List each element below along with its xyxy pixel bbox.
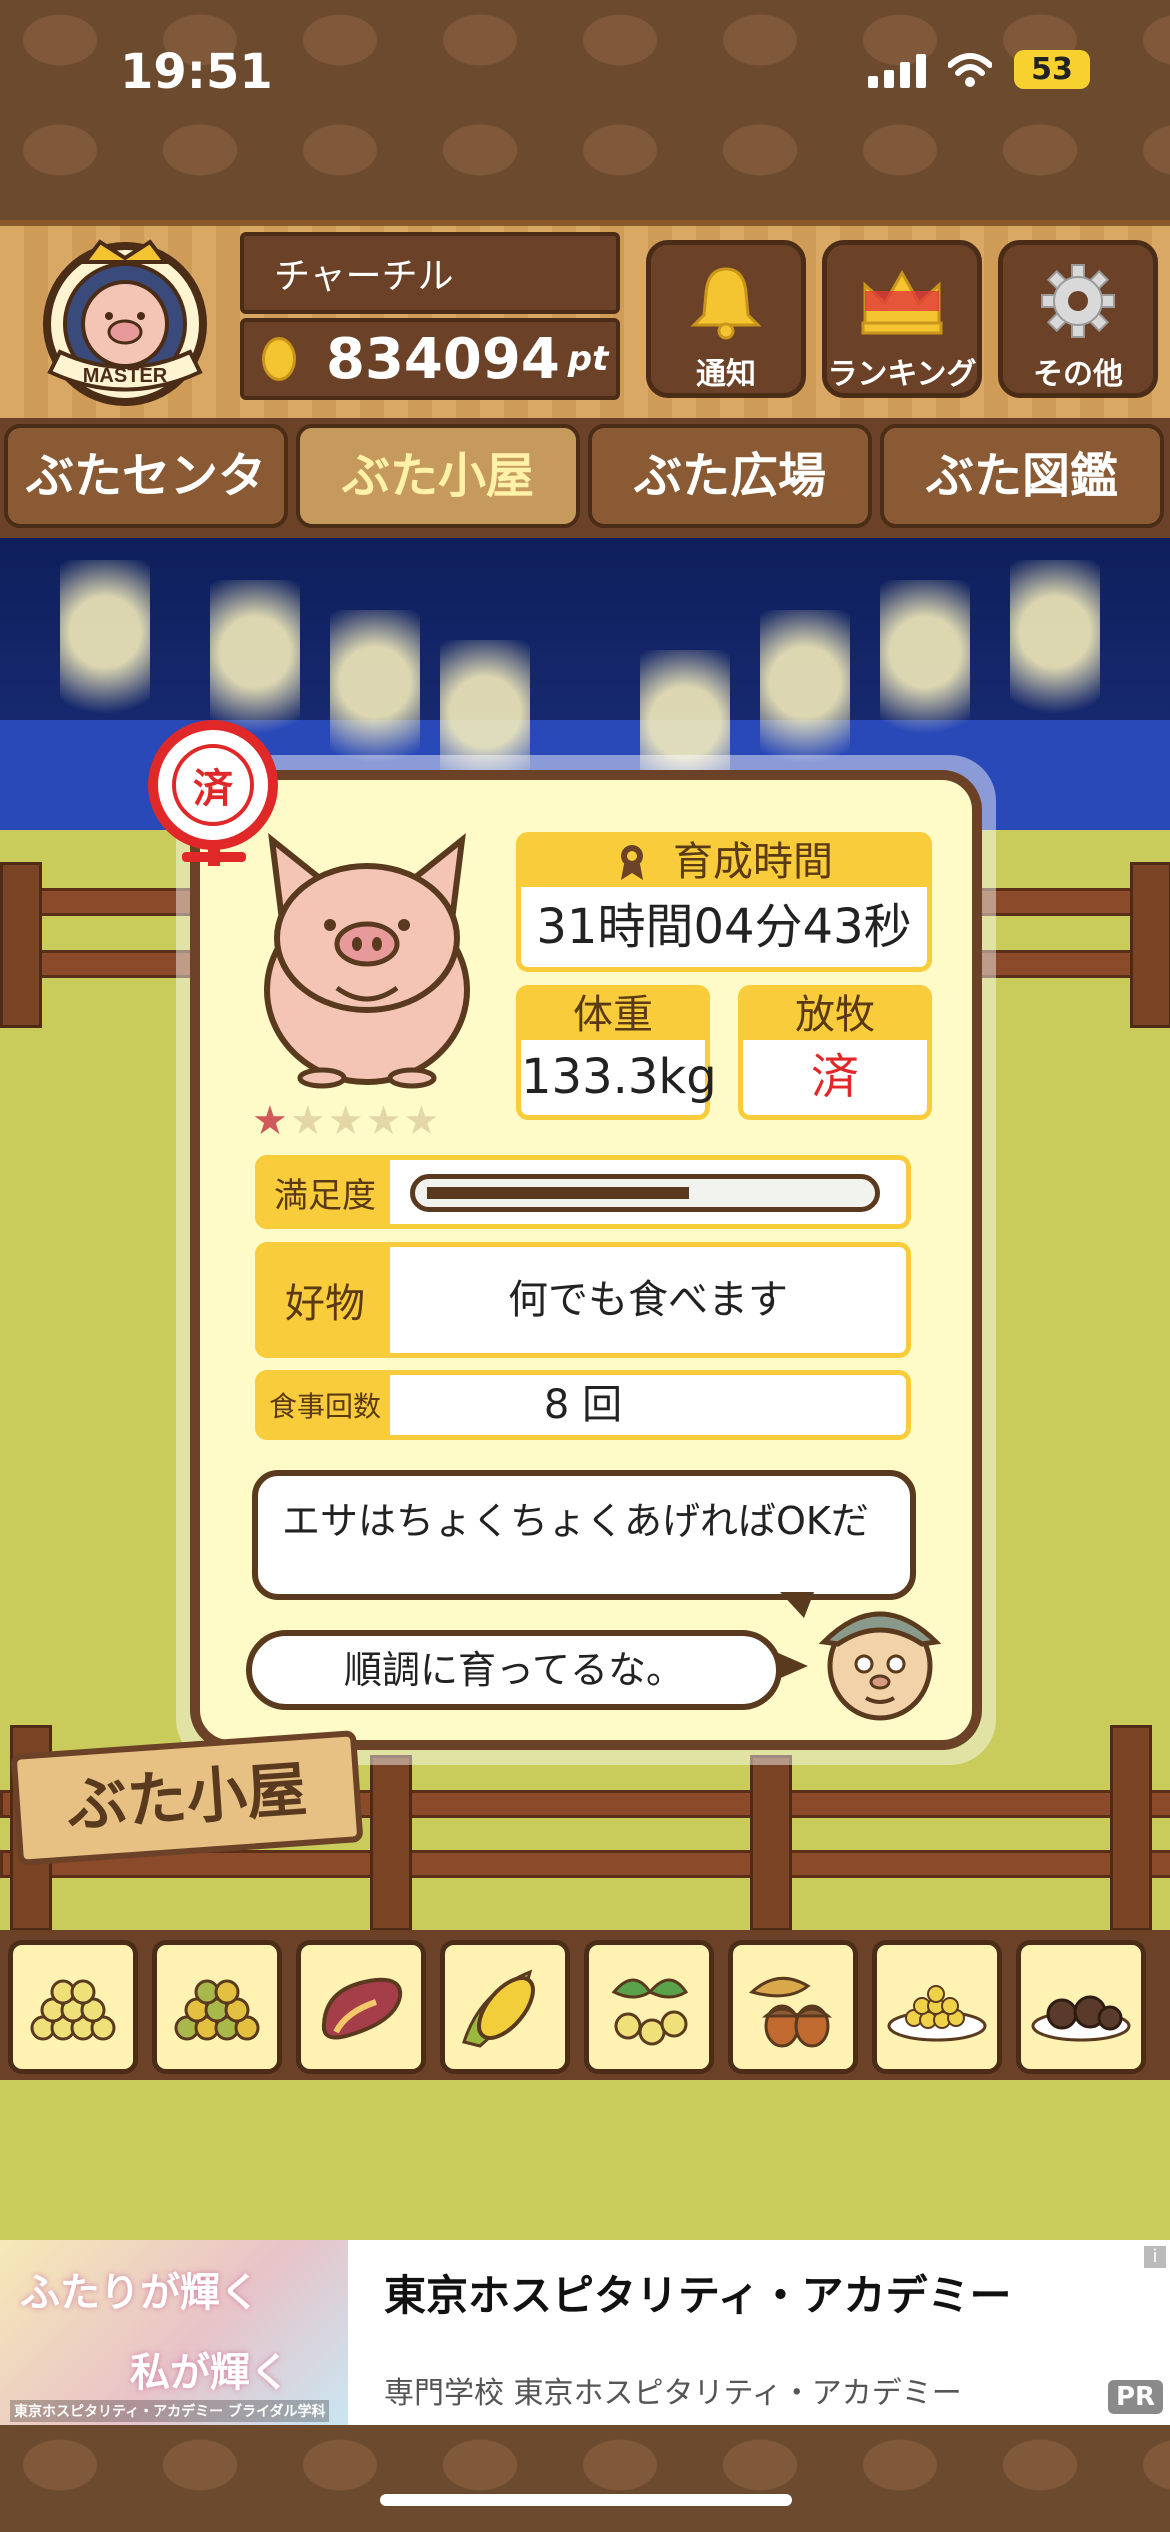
other-label: その他 [1033,357,1123,392]
food-slot-acorns[interactable] [728,1940,858,2074]
graze-box: 放牧 済 [738,985,932,1120]
top-background [0,0,1170,220]
acorn-icon [749,1976,832,2048]
ad-info-icon[interactable]: i [1144,2246,1166,2268]
weight-value: 133.3kg [521,1049,717,1105]
favorite-value: 何でも食べます [508,1277,788,1323]
nuts-branch-icon [611,1978,689,2046]
star-empty-icon: ★ [327,1098,366,1144]
battery-indicator: 53 [1014,50,1090,89]
ad-image-text-1: ふたりが輝く [20,2270,260,2316]
satisfaction-row: 満足度 [255,1155,911,1229]
meals-value: 8 回 [543,1382,623,1428]
badge-text: MASTER [83,365,168,387]
points-unit: pt [567,339,609,379]
mixed-grain-icon [174,1979,260,2041]
food-slot-grain-plate[interactable] [872,1940,1002,2074]
tab-buta-hut[interactable]: ぶた小屋 [296,424,580,528]
soybean-pile-icon [30,1979,116,2041]
meals-label: 食事回数 [260,1375,390,1435]
fence-post [0,862,42,1028]
master-badge-avatar[interactable]: MASTER [30,232,220,407]
weight-box: 体重 133.3kg [516,985,717,1120]
notification-button[interactable]: 通知 [646,240,806,398]
food-slot-truffles[interactable] [1016,1940,1146,2074]
points-value: 834094 [326,326,560,392]
stamp-bar [182,852,246,862]
tab-buta-encyclopedia[interactable]: ぶた図鑑 [880,424,1164,528]
ad-image-caption: 東京ホスピタリティ・アカデミー ブライダル学科 [10,2400,330,2422]
food-slot-nuts[interactable] [584,1940,714,2074]
star-rating: ★★★★★ [252,1098,441,1144]
advice-bubble: エサはちょくちょくあげればOKだ [252,1470,916,1600]
ad-pr-badge: PR [1108,2380,1164,2414]
fence-post [1130,862,1170,1028]
ad-image[interactable]: ふたりが輝く 私が輝く 東京ホスピタリティ・アカデミー ブライダル学科 [0,2240,348,2425]
illuminated-tree [880,580,970,760]
truffle-plate-icon [1031,1995,1131,2042]
bottom-background [0,2425,1170,2532]
food-slot-sweet-potato[interactable] [296,1940,426,2074]
food-slot-mixed-grain[interactable] [152,1940,282,2074]
favorite-row: 好物 何でも食べます [255,1242,911,1358]
meals-row: 食事回数 8 回 [255,1370,911,1440]
coin-icon [262,337,296,381]
favorite-label: 好物 [260,1247,390,1353]
ranking-button[interactable]: ランキング [822,240,982,398]
food-slot-corn[interactable] [440,1940,570,2074]
star-empty-icon: ★ [289,1098,328,1144]
status-time: 19:51 [120,44,273,100]
growth-time-label: 育成時間 [673,839,833,885]
other-button[interactable]: その他 [998,240,1158,398]
illuminated-tree [60,560,150,740]
tab-buta-square[interactable]: ぶた広場 [588,424,872,528]
gear-icon [1041,264,1115,338]
graze-value: 済 [810,1049,859,1105]
farmer-avatar [818,1611,942,1721]
satisfaction-meter-fill [427,1187,689,1199]
bell-icon [690,267,762,340]
food-slot-soybeans[interactable] [8,1940,138,2074]
home-indicator[interactable] [380,2494,792,2506]
comment-bubble-tail [776,1652,808,1680]
growth-time-value: 31時間04分43秒 [536,899,912,955]
advice-bubble-tail [780,1592,814,1618]
grain-plate-icon [887,1985,987,2042]
star-empty-icon: ★ [365,1098,404,1144]
points-display: 834094 pt [240,318,620,400]
ad-subtitle: 専門学校 東京ホスピタリティ・アカデミー [384,2376,962,2411]
wifi-icon [948,52,992,87]
ribbon-icon [621,845,643,880]
player-name: チャーチル [240,232,620,314]
ad-title[interactable]: 東京ホスピタリティ・アカデミー [384,2262,1011,2323]
fence-post [1110,1725,1152,1931]
graze-label: 放牧 [743,990,927,1040]
fence-post [370,1755,412,1931]
pig-illustration[interactable] [252,820,482,1090]
satisfaction-label: 満足度 [260,1160,390,1224]
stamp-text: 済 [172,744,254,826]
fence-post [750,1755,792,1931]
star-filled-icon: ★ [252,1098,290,1144]
tab-buta-center[interactable]: ぶたセンター [4,424,288,600]
sweet-potato-icon [321,1977,403,2040]
ranking-label: ランキング [827,357,977,392]
satisfaction-meter [410,1174,880,1212]
illuminated-tree [1010,560,1100,740]
comment-bubble: 順調に育ってるな。 [246,1630,782,1710]
growth-time-box: 育成時間 31時間04分43秒 [516,832,932,972]
cellular-signal-icon [868,52,926,88]
ad-image-text-2: 私が輝く [130,2350,290,2396]
status-icons: 53 [868,50,1090,89]
crown-icon [861,269,943,335]
notification-label: 通知 [696,357,756,392]
weight-label: 体重 [521,990,705,1040]
star-empty-icon: ★ [403,1098,442,1144]
corn-icon [462,1969,535,2048]
